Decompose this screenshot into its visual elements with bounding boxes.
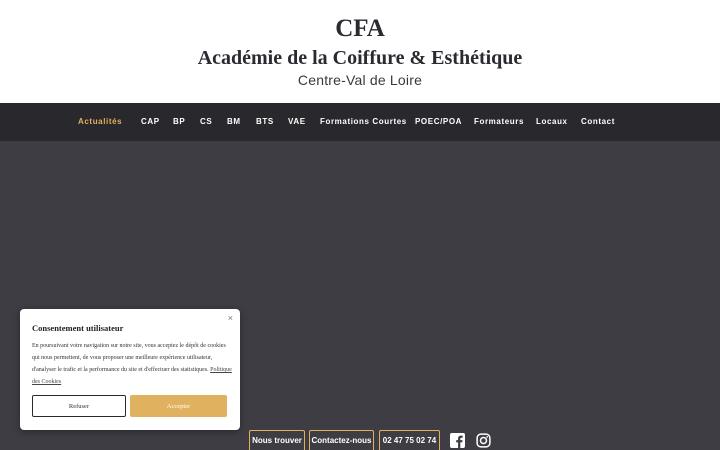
contact-us-button[interactable]: Contactez-nous xyxy=(309,430,374,450)
nav-item-vae[interactable]: VAE xyxy=(288,103,306,141)
nav-item-poec-poa[interactable]: POEC/POA xyxy=(415,103,462,141)
refuse-button[interactable]: Refuser xyxy=(32,395,126,417)
site-subtitle: Académie de la Coiffure & Esthétique xyxy=(197,47,523,69)
close-icon[interactable]: × xyxy=(228,313,233,323)
site-region: Centre-Val de Loire xyxy=(297,72,423,88)
instagram-icon[interactable] xyxy=(476,433,491,448)
cookie-title: Consentement utilisateur xyxy=(32,323,124,333)
site-header: CFA Académie de la Coiffure & Esthétique… xyxy=(0,0,720,103)
nav-item-cs[interactable]: CS xyxy=(200,103,212,141)
facebook-icon[interactable] xyxy=(450,433,465,448)
nav-item-cap[interactable]: CAP xyxy=(141,103,160,141)
nav-item-formateurs[interactable]: Formateurs xyxy=(474,103,524,141)
cookie-body: En poursuivant votre navigation sur notr… xyxy=(32,343,226,373)
nav-item-locaux[interactable]: Locaux xyxy=(536,103,568,141)
accept-button[interactable]: Accepter xyxy=(130,395,227,417)
site-title[interactable]: CFA xyxy=(0,14,720,44)
nav-item-contact[interactable]: Contact xyxy=(581,103,615,141)
nav-item-formations-courtes[interactable]: Formations Courtes xyxy=(320,103,407,141)
main-nav: Actualités CAP BP CS BM BTS VAE Formatio… xyxy=(0,103,720,141)
cookie-consent-dialog: × Consentement utilisateur En poursuivan… xyxy=(20,309,240,430)
nav-item-bm[interactable]: BM xyxy=(227,103,241,141)
cookie-text: En poursuivant votre navigation sur notr… xyxy=(32,340,232,388)
nav-item-bts[interactable]: BTS xyxy=(256,103,274,141)
find-us-button[interactable]: Nous trouver xyxy=(249,430,305,450)
nav-item-bp[interactable]: BP xyxy=(173,103,185,141)
nav-item-actualites[interactable]: Actualités xyxy=(78,103,122,141)
phone-button[interactable]: 02 47 75 02 74 xyxy=(379,430,440,450)
